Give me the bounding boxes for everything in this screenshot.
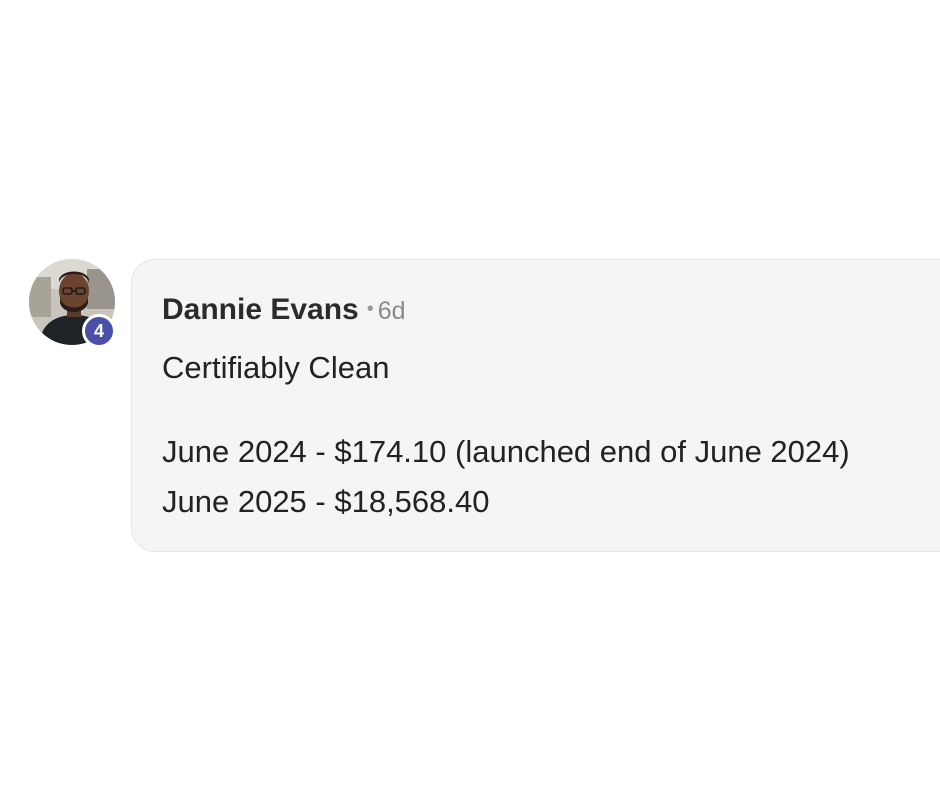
author-name[interactable]: Dannie Evans [162, 293, 359, 326]
comment-bubble: Dannie Evans • 6d Certifiably Clean June 2… [131, 259, 940, 552]
comment-thread: 4 Dannie Evans • 6d Certifiably Clean June… [0, 0, 940, 788]
timestamp[interactable]: 6d [378, 297, 406, 325]
comment-header: Dannie Evans • 6d [162, 293, 406, 327]
level-badge: 4 [82, 314, 116, 348]
meta-separator: • [366, 298, 374, 320]
comment-title-line: Certifiably Clean [162, 350, 390, 385]
comment-line: June 2025 - $18,568.40 [162, 484, 490, 519]
comment-line: June 2024 - $174.10 (launched end of Jun… [162, 434, 850, 469]
author-avatar-container[interactable]: 4 [29, 259, 116, 348]
